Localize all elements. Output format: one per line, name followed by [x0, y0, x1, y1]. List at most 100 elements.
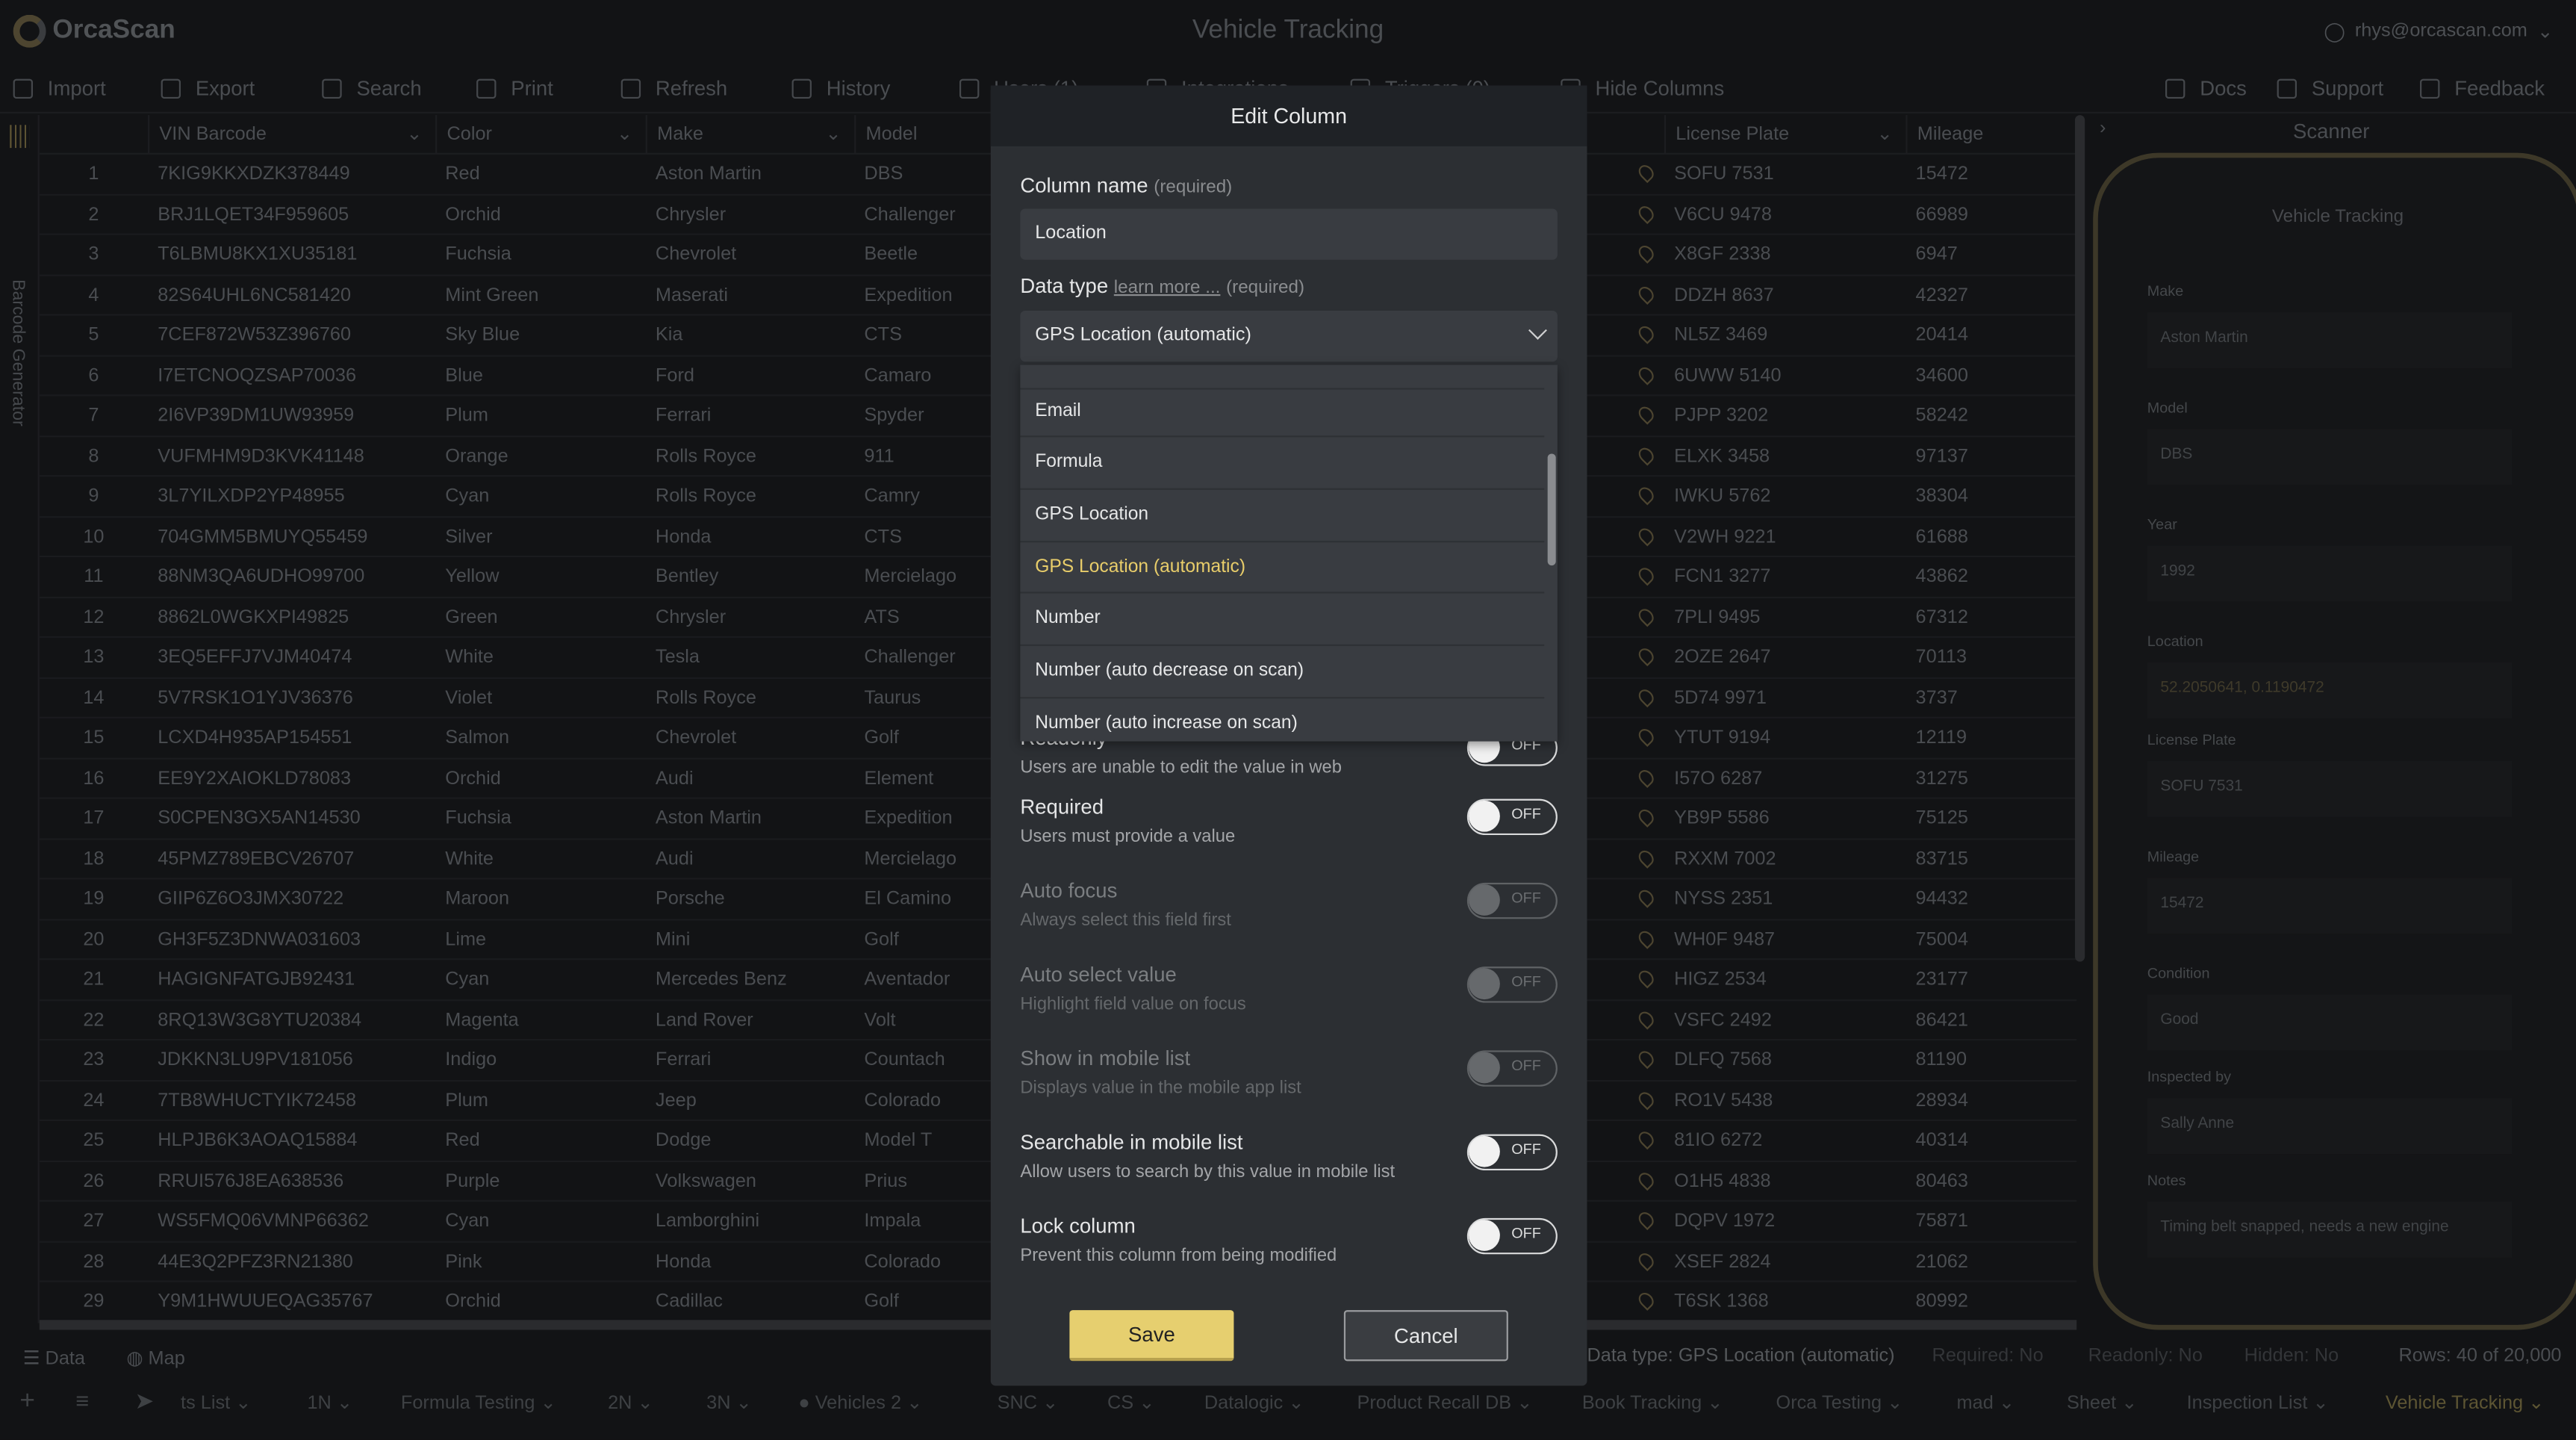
user-menu[interactable]: ◯ rhys@orcascan.com ⌄	[2324, 19, 2553, 43]
table-cell[interactable]: 66989	[1905, 195, 2073, 235]
table-cell[interactable]: 6947	[1905, 235, 2073, 276]
table-cell[interactable]: 21062	[1905, 1242, 2073, 1282]
save-button[interactable]: Save	[1069, 1310, 1234, 1362]
table-cell[interactable]: 40314	[1905, 1121, 2073, 1161]
table-cell[interactable]: Tesla	[646, 638, 854, 678]
table-cell[interactable]: T6LBMU8KX1XU35181	[148, 235, 435, 276]
table-cell[interactable]: Plum	[435, 396, 646, 436]
table-cell[interactable]: Chrysler	[646, 195, 854, 235]
scanner-field-value[interactable]: 15472	[2147, 878, 2513, 934]
table-cell[interactable]: 2I6VP39DM1UW93959	[148, 396, 435, 436]
table-cell[interactable]: Cyan	[435, 960, 646, 1000]
toggle-switch[interactable]: OFF	[1466, 882, 1558, 919]
table-cell[interactable]: NYSS 2351	[1664, 879, 1905, 919]
table-cell[interactable]: Magenta	[435, 1000, 646, 1040]
table-cell[interactable]: 43862	[1905, 557, 2073, 598]
table-cell[interactable]: Sky Blue	[435, 316, 646, 356]
table-cell[interactable]: 28934	[1905, 1081, 2073, 1121]
chevron-down-icon[interactable]: ⌄	[825, 115, 841, 155]
table-cell[interactable]: V2WH 9221	[1664, 517, 1905, 557]
table-cell[interactable]: 45PMZ789EBCV26707	[148, 840, 435, 880]
table-cell[interactable]: Maserati	[646, 276, 854, 316]
dropdown-option[interactable]: Email	[1020, 385, 1545, 438]
column-name-input[interactable]: Location	[1020, 208, 1558, 260]
scanner-field-value[interactable]: Aston Martin	[2147, 312, 2513, 369]
chevron-down-icon[interactable]: ⌄	[1133, 1394, 1154, 1413]
table-cell[interactable]: White	[435, 840, 646, 880]
table-cell[interactable]: Silver	[435, 517, 646, 557]
cancel-button[interactable]: Cancel	[1343, 1310, 1508, 1362]
table-cell[interactable]: Orchid	[435, 195, 646, 235]
table-cell[interactable]: Salmon	[435, 719, 646, 759]
table-cell[interactable]: Yellow	[435, 557, 646, 598]
table-cell[interactable]: 44E3Q2PFZ3RN21380	[148, 1242, 435, 1282]
table-cell[interactable]: Volkswagen	[646, 1161, 854, 1202]
chevron-down-icon[interactable]: ⌄	[730, 1394, 751, 1413]
table-cell[interactable]: 23177	[1905, 960, 2073, 1000]
table-cell[interactable]: 81IO 6272	[1664, 1121, 1905, 1161]
sheet-tab[interactable]: Sheet ⌄	[2067, 1391, 2137, 1413]
table-cell[interactable]: Chevrolet	[646, 719, 854, 759]
table-cell[interactable]: Honda	[646, 517, 854, 557]
chevron-down-icon[interactable]: ⌄	[1882, 1394, 1903, 1413]
table-cell[interactable]: Violet	[435, 678, 646, 719]
table-cell[interactable]: Purple	[435, 1161, 646, 1202]
toggle-switch[interactable]: OFF	[1466, 1134, 1558, 1171]
chevron-down-icon[interactable]: ⌄	[1702, 1394, 1723, 1413]
map-view-button[interactable]: ◍ Map	[126, 1347, 184, 1369]
table-cell[interactable]: Blue	[435, 356, 646, 396]
table-cell[interactable]: VSFC 2492	[1664, 1000, 1905, 1040]
scanner-field-value[interactable]: 1992	[2147, 545, 2513, 602]
table-cell[interactable]: Cyan	[435, 1202, 646, 1242]
table-cell[interactable]: Red	[435, 155, 646, 195]
table-cell[interactable]: 61688	[1905, 517, 2073, 557]
table-cell[interactable]: Mercedes Benz	[646, 960, 854, 1000]
table-vertical-scrollbar[interactable]	[2074, 115, 2085, 962]
column-header[interactable]: VIN Barcode ⌄	[148, 115, 435, 155]
table-cell[interactable]: S0CPEN3GX5AN14530	[148, 799, 435, 840]
chevron-down-icon[interactable]: ⌄	[230, 1394, 251, 1413]
dropdown-option[interactable]: GPS Location (automatic)	[1020, 541, 1545, 595]
toolbar-print-button[interactable]: Print	[476, 77, 553, 100]
toggle-switch[interactable]: OFF	[1466, 798, 1558, 836]
table-cell[interactable]: 8RQ13W3G8YTU20384	[148, 1000, 435, 1040]
table-cell[interactable]: GIIP6Z6O3JMX30722	[148, 879, 435, 919]
table-cell[interactable]: X8GF 2338	[1664, 235, 1905, 276]
chevron-down-icon[interactable]: ⌄	[617, 115, 632, 155]
table-cell[interactable]: XSEF 2824	[1664, 1242, 1905, 1282]
table-cell[interactable]: RXXM 7002	[1664, 840, 1905, 880]
table-cell[interactable]: Cadillac	[646, 1282, 854, 1323]
table-cell[interactable]: YB9P 5586	[1664, 799, 1905, 840]
table-cell[interactable]: Fuchsia	[435, 235, 646, 276]
chevron-down-icon[interactable]: ⌄	[1283, 1394, 1304, 1413]
table-cell[interactable]: White	[435, 638, 646, 678]
table-cell[interactable]: Aston Martin	[646, 155, 854, 195]
table-cell[interactable]: IWKU 5762	[1664, 477, 1905, 517]
table-cell[interactable]: 7CEF872W53Z396760	[148, 316, 435, 356]
chevron-down-icon[interactable]: ⌄	[2116, 1394, 2137, 1413]
table-cell[interactable]: 34600	[1905, 356, 2073, 396]
sheet-tab[interactable]: Orca Testing ⌄	[1776, 1391, 1903, 1413]
scanner-field-value[interactable]: DBS	[2147, 429, 2513, 485]
table-cell[interactable]: 82S64UHL6NC581420	[148, 276, 435, 316]
table-cell[interactable]: 3EQ5EFFJ7VJM40474	[148, 638, 435, 678]
table-cell[interactable]: Indigo	[435, 1040, 646, 1081]
toolbar-history-button[interactable]: History	[791, 77, 890, 100]
table-cell[interactable]: Audi	[646, 759, 854, 799]
table-cell[interactable]: 38304	[1905, 477, 2073, 517]
dropdown-option[interactable]: GPS Location	[1020, 490, 1545, 542]
table-cell[interactable]: Plum	[435, 1081, 646, 1121]
chevron-down-icon[interactable]: ⌄	[2307, 1394, 2328, 1413]
dropdown-option[interactable]: Number	[1020, 594, 1545, 646]
table-cell[interactable]: O1H5 4838	[1664, 1161, 1905, 1202]
chevron-down-icon[interactable]: ⌄	[1994, 1394, 2015, 1413]
sheet-tab[interactable]: Inspection List ⌄	[2187, 1391, 2329, 1413]
table-cell[interactable]: Kia	[646, 316, 854, 356]
chevron-down-icon[interactable]: ⌄	[1037, 1394, 1058, 1413]
toolbar-import-button[interactable]: Import	[13, 77, 106, 100]
table-cell[interactable]: 12119	[1905, 719, 2073, 759]
table-cell[interactable]: Mint Green	[435, 276, 646, 316]
column-header[interactable]: License Plate ⌄	[1664, 115, 1905, 155]
chevron-down-icon[interactable]: ⌄	[1511, 1394, 1532, 1413]
sheet-tab[interactable]: 1N ⌄	[307, 1391, 352, 1413]
